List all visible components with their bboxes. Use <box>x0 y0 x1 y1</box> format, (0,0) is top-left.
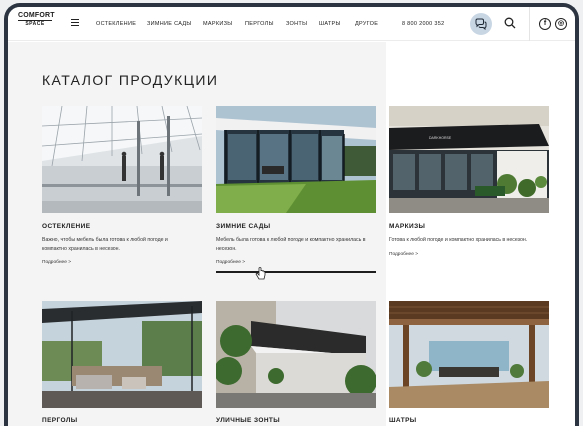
nav-item-other[interactable]: ДРУГОЕ <box>355 21 378 27</box>
nav-item-glazing[interactable]: ОСТЕКЛЕНИЕ <box>96 21 136 27</box>
header-divider <box>529 7 530 41</box>
search-icon[interactable] <box>504 17 516 29</box>
product-description: Готова к любой погоде и компактно хранил… <box>389 237 528 243</box>
product-image-tents[interactable] <box>389 301 549 408</box>
product-image-awnings[interactable]: DARKHORSE <box>389 106 549 213</box>
nav-item-tents[interactable]: ШАТРЫ <box>319 21 341 27</box>
product-name[interactable]: ПЕРГОЛЫ <box>42 417 202 424</box>
nav-item-umbrellas[interactable]: ЗОНТЫ <box>286 21 307 27</box>
hand-cursor-icon <box>255 267 266 280</box>
product-card-glazing[interactable]: ОСТЕКЛЕНИЕ Важно, чтобы мебель была гото… <box>42 106 202 265</box>
product-description: Мебель была готова к любой погоде и комп… <box>216 237 366 252</box>
product-name[interactable]: ЗИМНИЕ САДЫ <box>216 223 376 230</box>
phone-number[interactable]: 8 800 2000 352 <box>402 21 444 27</box>
logo[interactable]: COMFORT SPACE <box>18 12 55 27</box>
device-frame: COMFORT SPACE ОСТЕКЛЕНИЕ ЗИМНИЕ САДЫ МАР… <box>4 3 579 426</box>
logo-line1: COMFORT <box>18 12 55 19</box>
active-underline <box>216 271 376 273</box>
more-link[interactable]: Подробнее > <box>216 260 376 265</box>
product-description: Важно, чтобы мебель была готова к любой … <box>42 237 168 252</box>
site-header: COMFORT SPACE ОСТЕКЛЕНИЕ ЗИМНИЕ САДЫ МАР… <box>8 7 575 41</box>
hamburger-icon[interactable] <box>71 19 79 27</box>
logo-line2: SPACE <box>18 20 52 27</box>
product-card-awnings[interactable]: DARKHORSE МАРКИЗЫ Готова к любой погоде … <box>389 106 549 257</box>
nav-item-awnings[interactable]: МАРКИЗЫ <box>203 21 232 27</box>
product-image-umbrellas[interactable] <box>216 301 376 408</box>
product-image-pergolas[interactable] <box>42 301 202 408</box>
more-link[interactable]: Подробнее > <box>42 260 202 265</box>
facebook-icon[interactable]: f <box>539 18 551 30</box>
page-title: КАТАЛОГ ПРОДУКЦИИ <box>42 72 219 88</box>
product-name[interactable]: ШАТРЫ <box>389 417 549 424</box>
product-image-winter-gardens[interactable] <box>216 106 376 213</box>
product-name[interactable]: ОСТЕКЛЕНИЕ <box>42 223 202 230</box>
chat-button[interactable] <box>470 13 492 35</box>
nav-item-winter-gardens[interactable]: ЗИМНИЕ САДЫ <box>147 21 192 27</box>
instagram-icon[interactable]: ◎ <box>555 18 567 30</box>
nav-item-pergolas[interactable]: ПЕРГОЛЫ <box>245 21 274 27</box>
chat-bubbles-icon <box>475 18 487 30</box>
product-card-pergolas[interactable]: ПЕРГОЛЫ <box>42 301 202 424</box>
product-card-tents[interactable]: ШАТРЫ <box>389 301 549 424</box>
product-name[interactable]: УЛИЧНЫЕ ЗОНТЫ <box>216 417 376 424</box>
product-image-glazing[interactable] <box>42 106 202 213</box>
product-name[interactable]: МАРКИЗЫ <box>389 223 549 230</box>
awning-brand-text: DARKHORSE <box>429 136 452 140</box>
more-link[interactable]: Подробнее > <box>389 252 549 257</box>
product-card-winter-gardens[interactable]: ЗИМНИЕ САДЫ Мебель была готова к любой п… <box>216 106 376 273</box>
product-card-umbrellas[interactable]: УЛИЧНЫЕ ЗОНТЫ <box>216 301 376 424</box>
